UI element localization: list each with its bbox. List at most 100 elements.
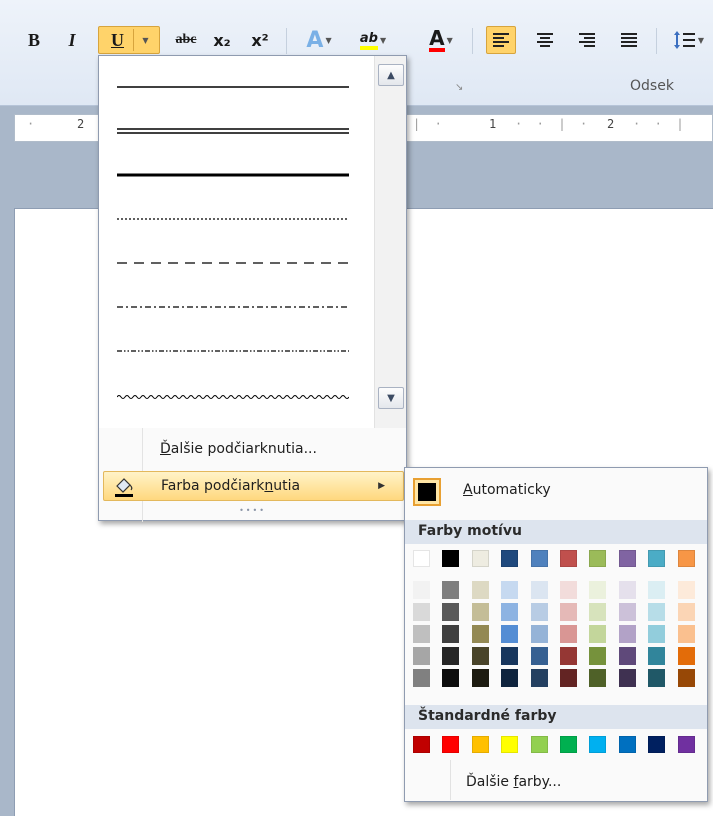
theme-color-shade-swatch[interactable] [501,603,519,621]
theme-color-shade-swatch[interactable] [442,669,460,687]
more-underlines-item[interactable]: Ďalšie podčiarknutia... [103,434,404,464]
theme-color-swatch[interactable] [618,550,636,567]
strikethrough-button[interactable]: abc [168,26,204,54]
theme-color-shade-swatch[interactable] [560,625,577,643]
theme-color-shade-swatch[interactable] [501,669,519,687]
theme-color-shade-swatch[interactable] [618,647,636,665]
theme-color-swatch[interactable] [442,550,460,567]
theme-color-shade-swatch[interactable] [471,647,489,665]
resize-grip-icon[interactable]: •••• [99,506,406,520]
standard-color-swatch[interactable] [618,736,636,753]
justify-button[interactable] [614,26,644,54]
dialog-launcher-icon[interactable]: ↘ [455,82,463,93]
underline-style-dash-dot[interactable] [117,294,349,320]
theme-color-shade-swatch[interactable] [471,603,489,621]
theme-color-shade-swatch[interactable] [648,669,666,687]
automatic-color-item[interactable]: Automaticky [407,472,705,512]
theme-color-shade-swatch[interactable] [442,625,460,643]
theme-color-shade-swatch[interactable] [648,581,666,599]
theme-color-shade-swatch[interactable] [560,669,577,687]
italic-button[interactable]: I [60,26,84,54]
theme-color-shade-swatch[interactable] [589,647,607,665]
theme-color-shade-swatch[interactable] [677,647,695,665]
theme-color-shade-swatch[interactable] [413,647,430,665]
standard-color-swatch[interactable] [501,736,519,753]
standard-color-swatch[interactable] [530,736,548,753]
standard-color-swatch[interactable] [589,736,607,753]
theme-color-shade-swatch[interactable] [589,669,607,687]
theme-color-shade-swatch[interactable] [442,647,460,665]
standard-color-swatch[interactable] [648,736,666,753]
theme-color-shade-swatch[interactable] [413,603,430,621]
underline-style-dashed[interactable] [117,250,349,276]
standard-color-swatch[interactable] [413,736,430,753]
highlight-button[interactable]: ab ▼ [348,26,398,54]
underline-dropdown-arrow-icon[interactable]: ▼ [136,36,156,45]
font-color-button[interactable]: A ▼ [420,26,462,54]
theme-color-swatch[interactable] [677,550,695,567]
text-effects-button[interactable]: A ▼ [296,26,342,54]
theme-color-shade-swatch[interactable] [648,647,666,665]
theme-color-swatch[interactable] [501,550,519,567]
theme-color-shade-swatch[interactable] [589,603,607,621]
underline-style-wave[interactable] [117,384,349,410]
theme-color-shade-swatch[interactable] [501,581,519,599]
theme-color-shade-swatch[interactable] [530,625,548,643]
theme-color-swatch[interactable] [560,550,577,567]
theme-color-shade-swatch[interactable] [560,581,577,599]
underline-style-double[interactable] [117,118,349,144]
theme-color-shade-swatch[interactable] [501,625,519,643]
theme-color-shade-swatch[interactable] [648,603,666,621]
theme-color-swatch[interactable] [471,550,489,567]
underline-style-thick[interactable] [117,162,349,188]
underline-color-item[interactable]: Farba podčiarknutia ▶ [103,471,404,501]
standard-color-swatch[interactable] [442,736,460,753]
theme-color-shade-swatch[interactable] [618,669,636,687]
theme-color-shade-swatch[interactable] [648,625,666,643]
theme-color-shade-swatch[interactable] [618,603,636,621]
theme-color-shade-swatch[interactable] [442,581,460,599]
underline-style-single[interactable] [117,74,349,100]
theme-color-shade-swatch[interactable] [677,625,695,643]
theme-color-shade-swatch[interactable] [471,669,489,687]
theme-color-shade-swatch[interactable] [413,581,430,599]
theme-color-shade-swatch[interactable] [530,669,548,687]
standard-color-swatch[interactable] [560,736,577,753]
scroll-up-button[interactable]: ▲ [378,64,404,86]
theme-color-shade-swatch[interactable] [618,625,636,643]
standard-color-swatch[interactable] [471,736,489,753]
theme-color-shade-swatch[interactable] [677,603,695,621]
theme-color-shade-swatch[interactable] [413,625,430,643]
theme-color-swatch[interactable] [530,550,548,567]
subscript-button[interactable]: x₂ [208,26,236,54]
scrollbar[interactable]: ▲ ▼ [374,56,406,428]
line-spacing-button[interactable]: ▼ [668,26,710,54]
theme-color-shade-swatch[interactable] [560,603,577,621]
more-colors-item[interactable]: Ďalšie farby... [407,767,705,799]
theme-color-shade-swatch[interactable] [530,647,548,665]
superscript-button[interactable]: x² [246,26,274,54]
underline-button[interactable]: U ▼ [98,26,160,54]
theme-color-shade-swatch[interactable] [501,647,519,665]
theme-color-swatch[interactable] [648,550,666,567]
theme-color-shade-swatch[interactable] [471,625,489,643]
align-left-button[interactable] [486,26,516,54]
underline-style-dash-dot-dot[interactable] [117,338,349,364]
align-right-button[interactable] [572,26,602,54]
theme-color-shade-swatch[interactable] [560,647,577,665]
theme-color-shade-swatch[interactable] [589,581,607,599]
theme-color-shade-swatch[interactable] [677,669,695,687]
bold-button[interactable]: B [22,26,46,54]
theme-color-shade-swatch[interactable] [442,603,460,621]
theme-color-shade-swatch[interactable] [471,581,489,599]
theme-color-shade-swatch[interactable] [530,581,548,599]
scroll-down-button[interactable]: ▼ [378,387,404,409]
standard-color-swatch[interactable] [677,736,695,753]
theme-color-swatch[interactable] [589,550,607,567]
theme-color-shade-swatch[interactable] [530,603,548,621]
underline-style-dotted[interactable] [117,206,349,232]
theme-color-shade-swatch[interactable] [589,625,607,643]
theme-color-swatch[interactable] [413,550,430,567]
theme-color-shade-swatch[interactable] [618,581,636,599]
theme-color-shade-swatch[interactable] [413,669,430,687]
